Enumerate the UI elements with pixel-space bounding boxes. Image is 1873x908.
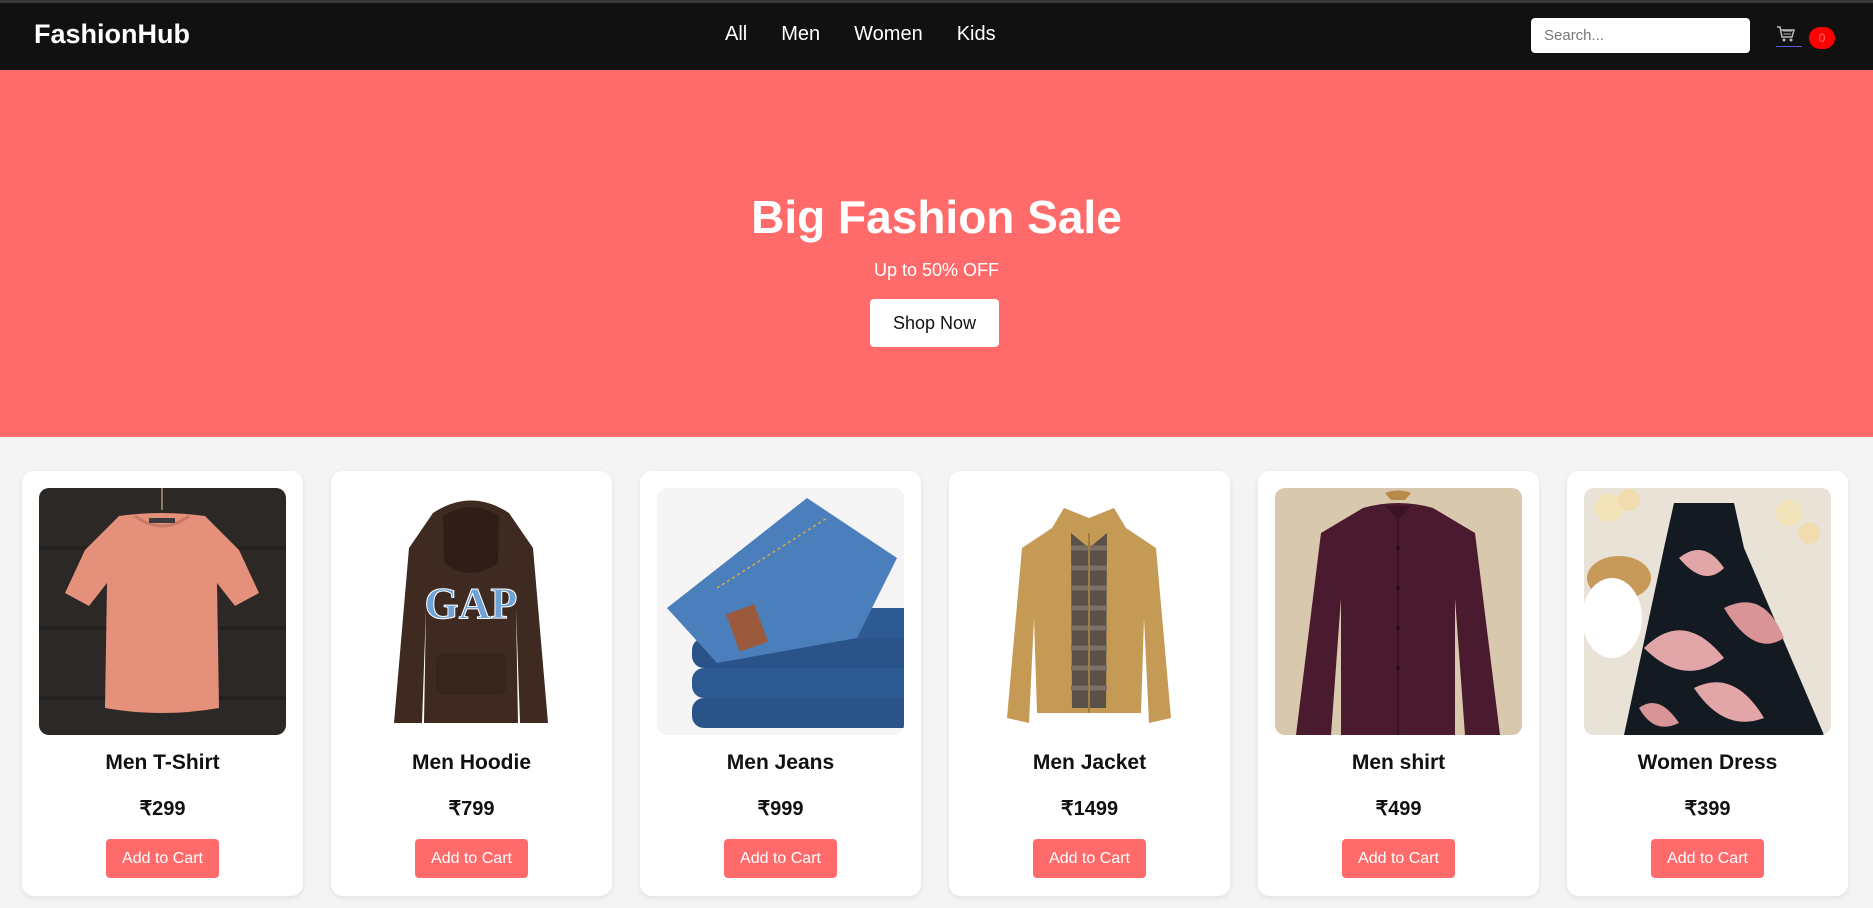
product-grid: Men T-Shirt ₹299 Add to Cart GAP Men Hoo… [22,471,1852,896]
product-name: Men Hoodie [412,751,531,774]
hero-banner: Big Fashion Sale Up to 50% OFF Shop Now [0,70,1873,437]
search-input[interactable] [1531,18,1750,53]
product-card: Men Jacket ₹1499 Add to Cart [949,471,1230,896]
nav-link-kids[interactable]: Kids [957,23,996,46]
nav-link-all[interactable]: All [725,23,747,46]
product-card: Men Jeans ₹999 Add to Cart [640,471,921,896]
product-image[interactable] [1275,488,1522,735]
cart-icon [1777,26,1795,42]
nav-link-men[interactable]: Men [781,23,820,46]
product-price: ₹999 [757,798,804,820]
product-price: ₹799 [448,798,495,820]
product-name: Men shirt [1351,751,1446,774]
add-to-cart-button[interactable]: Add to Cart [1651,839,1764,878]
cart-count-badge: 0 [1809,27,1835,49]
product-image[interactable]: GAP [348,488,595,735]
product-price: ₹399 [1684,798,1731,820]
cart-button[interactable]: 0 [1776,25,1835,51]
navbar: FashionHub All Men Women Kids 0 [0,3,1873,70]
add-to-cart-button[interactable]: Add to Cart [1342,839,1455,878]
add-to-cart-button[interactable]: Add to Cart [415,839,528,878]
product-name: Men Jeans [726,751,835,774]
cart-link-underline [1776,46,1802,47]
product-card: Men shirt ₹499 Add to Cart [1258,471,1539,896]
product-image[interactable] [657,488,904,735]
product-name: Women Dress [1637,751,1778,774]
product-image[interactable] [966,488,1213,735]
main-nav: All Men Women Kids [725,23,1030,46]
product-price: ₹499 [1375,798,1422,820]
add-to-cart-button[interactable]: Add to Cart [724,839,837,878]
product-card: Women Dress ₹399 Add to Cart [1567,471,1848,896]
product-image[interactable] [39,488,286,735]
product-image[interactable] [1584,488,1831,735]
hero-subtitle: Up to 50% OFF [873,260,1000,280]
product-card: GAP Men Hoodie ₹799 Add to Cart [331,471,612,896]
product-price: ₹1499 [1060,798,1119,820]
shop-now-button[interactable]: Shop Now [870,299,999,347]
svg-text:GAP: GAP [425,579,518,628]
product-name: Men T-Shirt [105,751,220,774]
hero-title: Big Fashion Sale [751,191,1122,243]
product-price: ₹299 [139,798,186,820]
product-card: Men T-Shirt ₹299 Add to Cart [22,471,303,896]
product-name: Men Jacket [1032,751,1147,774]
add-to-cart-button[interactable]: Add to Cart [106,839,219,878]
add-to-cart-button[interactable]: Add to Cart [1033,839,1146,878]
nav-link-women[interactable]: Women [854,23,923,46]
site-logo[interactable]: FashionHub [34,19,190,50]
